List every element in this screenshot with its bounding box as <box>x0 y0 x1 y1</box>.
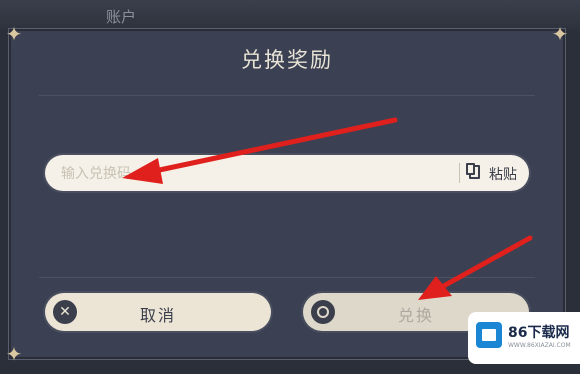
redeem-code-input[interactable] <box>59 155 443 193</box>
account-label: 账户 <box>106 8 137 26</box>
redeem-dialog: ✦ ✦ ✦ 兑换奖励 粘贴 ✕ 取消 兑换 <box>6 23 569 365</box>
background-header: 账户 <box>0 0 580 30</box>
dialog-title: 兑换奖励 <box>241 48 333 72</box>
corner-ornament-icon: ✦ <box>5 22 23 46</box>
divider <box>39 277 535 278</box>
cancel-button[interactable]: ✕ 取消 <box>45 293 271 331</box>
cancel-button-label: 取消 <box>139 306 176 325</box>
paste-button[interactable]: 粘贴 <box>489 164 517 184</box>
corner-ornament-icon: ✦ <box>551 22 569 46</box>
corner-ornament-icon: ✦ <box>5 342 23 366</box>
watermark-title: 86下载网 <box>508 325 570 341</box>
redeem-code-field: 粘贴 <box>45 155 529 193</box>
watermark-subtitle: WWW.86XIAZAI.COM <box>508 342 571 349</box>
clipboard-icon[interactable] <box>466 163 480 179</box>
divider <box>39 95 535 96</box>
paste-divider <box>459 163 460 183</box>
site-logo-icon <box>476 322 502 348</box>
site-watermark: 86下载网 WWW.86XIAZAI.COM <box>468 312 580 364</box>
